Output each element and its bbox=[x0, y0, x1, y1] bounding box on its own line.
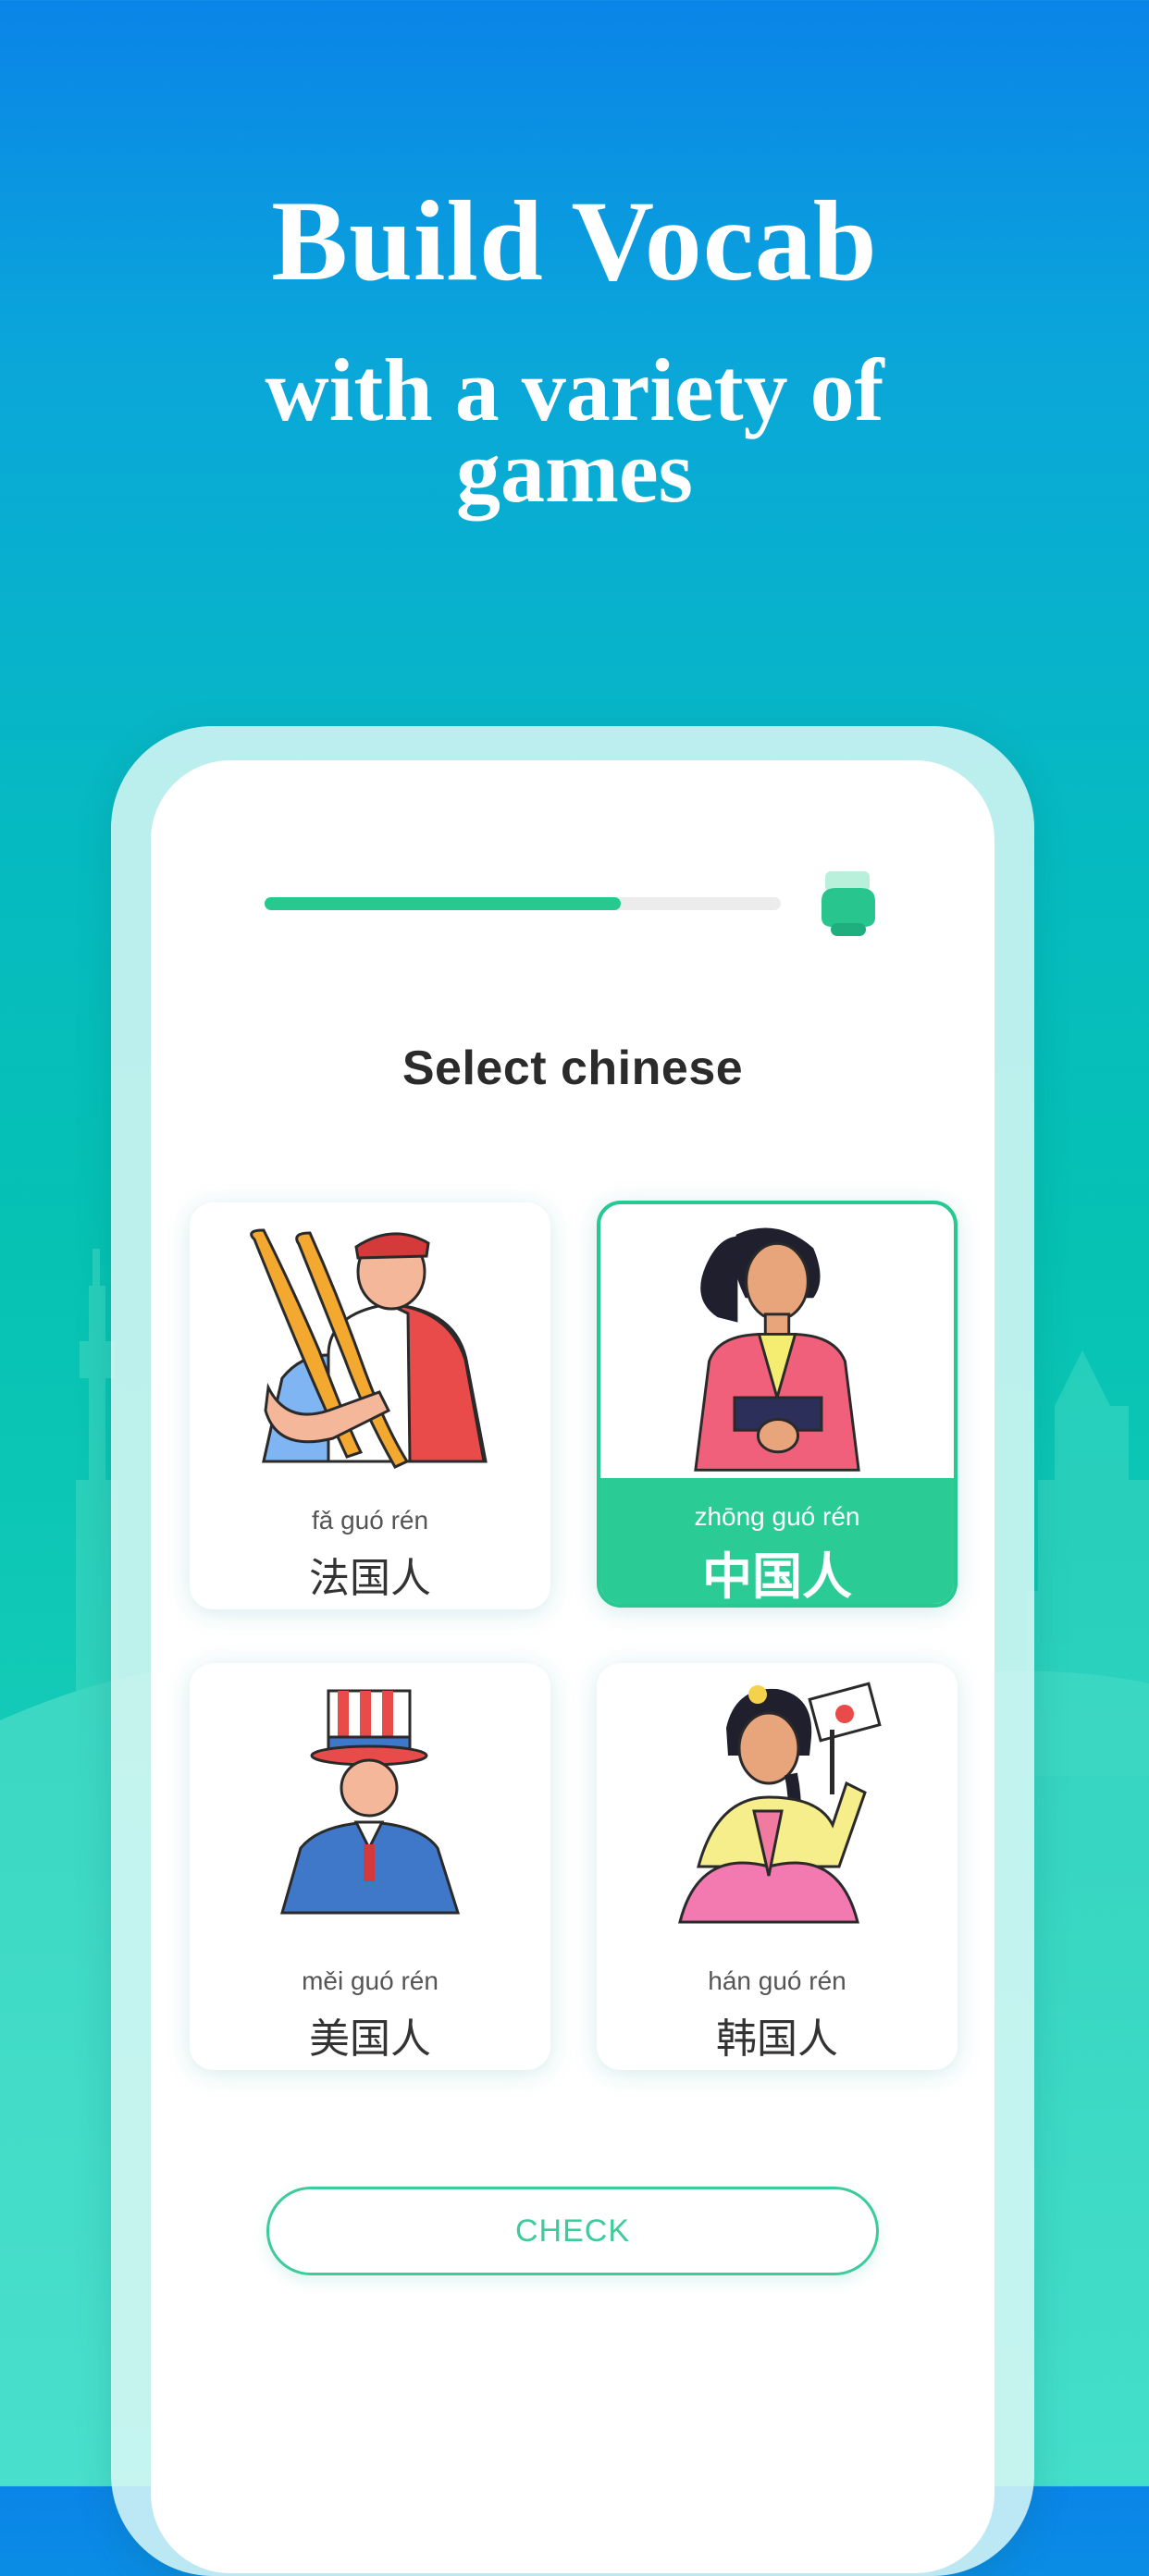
option-pinyin: zhōng guó rén bbox=[694, 1502, 860, 1531]
option-pinyin: měi guó rén bbox=[302, 1966, 439, 1995]
mascot-icon bbox=[822, 871, 875, 936]
option-hanzi: 法国人 bbox=[309, 1555, 431, 1602]
chinese-woman-illustration-icon bbox=[694, 1227, 860, 1472]
option-pinyin: hán guó rén bbox=[708, 1966, 846, 1995]
progress-fill bbox=[265, 897, 622, 910]
progress-bar bbox=[265, 897, 781, 910]
option-hanzi: 中国人 bbox=[702, 1547, 852, 1606]
option-pinyin: fǎ guó rén bbox=[311, 1506, 429, 1535]
american-man-illustration-icon bbox=[280, 1689, 461, 1915]
hero-subtitle-line2: games bbox=[456, 422, 693, 521]
option-card-chinese[interactable]: zhōng guó rén 中国人 bbox=[597, 1201, 958, 1608]
korean-woman-illustration-icon bbox=[678, 1682, 882, 1924]
french-man-illustration-icon bbox=[250, 1228, 488, 1469]
quiz-prompt: Select chinese bbox=[402, 1041, 744, 1095]
option-hanzi: 韩国人 bbox=[716, 2015, 838, 2063]
check-button[interactable]: CHECK bbox=[266, 2187, 879, 2275]
option-card-american[interactable]: měi guó rén 美国人 bbox=[190, 1663, 550, 2070]
hero-subtitle: with a variety of games bbox=[0, 346, 1149, 516]
option-card-korean[interactable]: hán guó rén 韩国人 bbox=[597, 1663, 958, 2070]
option-hanzi: 美国人 bbox=[309, 2015, 431, 2063]
hero-title: Build Vocab bbox=[271, 178, 878, 304]
option-card-french[interactable]: fǎ guó rén 法国人 bbox=[190, 1202, 550, 1609]
